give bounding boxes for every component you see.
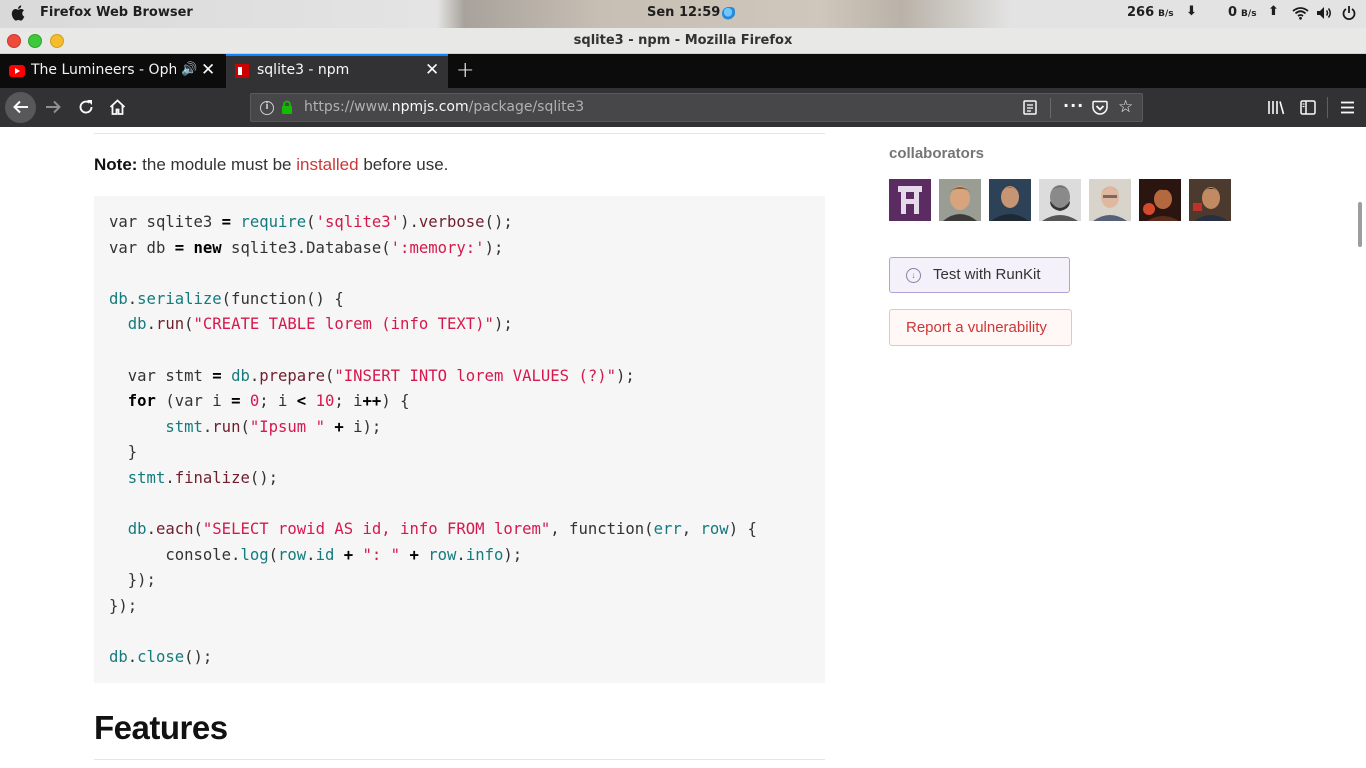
collaborator-avatar-6[interactable] [1139, 179, 1181, 221]
url-text[interactable]: https://www.npmjs.com/package/sqlite3 [304, 99, 584, 115]
note-bold: Note: [94, 155, 138, 174]
code-line-14: console.log(row.id + ": " + row.info); [109, 545, 523, 564]
reader-view-icon[interactable] [1023, 100, 1037, 115]
download-arrow-icon: ⬇ [1186, 4, 1197, 19]
runkit-icon: ↓ [906, 268, 921, 283]
wifi-icon[interactable] [1292, 6, 1309, 20]
net-download-indicator: 266 B/s [1127, 5, 1174, 20]
code-line-16: }); [109, 596, 138, 615]
forward-arrow-icon [46, 100, 61, 114]
reload-icon [79, 100, 93, 114]
code-example[interactable]: var sqlite3 = require('sqlite3').verbose… [109, 210, 757, 671]
code-line-7: var stmt = db.prepare("INSERT INTO lorem… [109, 366, 635, 385]
code-line-9: stmt.run("Ipsum " + i); [165, 417, 382, 436]
code-line-15: }); [109, 571, 156, 590]
library-icon [1268, 101, 1285, 115]
tab-label: sqlite3 - npm [257, 62, 350, 78]
forward-button[interactable] [42, 88, 64, 127]
installed-link[interactable]: installed [296, 155, 358, 174]
youtube-icon [9, 65, 25, 77]
code-line-4: db.serialize(function() { [109, 289, 344, 308]
test-with-runkit-button[interactable]: ↓ Test with RunKit [889, 257, 1070, 293]
tab-the-lumineers[interactable]: The Lumineers - Ophelia 🔊 ✕ [0, 54, 224, 88]
tab-strip: The Lumineers - Ophelia 🔊 ✕ sqlite3 - np… [0, 54, 1366, 88]
volume-icon[interactable] [1316, 6, 1333, 20]
apple-menu-icon[interactable] [10, 4, 28, 22]
system-top-bar: Firefox Web Browser Sen 12:59 266 B/s ⬇ 0… [0, 0, 1366, 28]
code-line-5: db.run("CREATE TABLE lorem (info TEXT)")… [127, 315, 513, 334]
net-download-unit: B/s [1158, 9, 1174, 19]
code-example-block[interactable]: var sqlite3 = require('sqlite3').verbose… [94, 196, 825, 683]
net-upload-value: 0 [1228, 5, 1238, 20]
window-title-bar: sqlite3 - npm - Mozilla Firefox [0, 28, 1366, 54]
sidebar-toggle-button[interactable] [1297, 88, 1319, 127]
runkit-label: Test with RunKit [933, 266, 1041, 283]
code-line-18: db.close(); [109, 648, 213, 667]
scrollbar-thumb[interactable] [1358, 202, 1362, 247]
tab-close-icon[interactable]: ✕ [425, 60, 439, 80]
sidebar-icon [1300, 100, 1316, 115]
open-menu-button[interactable] [1336, 88, 1358, 127]
urlbar-separator [1050, 98, 1051, 118]
code-line-8: for (var i = 0; i < 10; i++) { [127, 392, 410, 411]
heading-divider [94, 759, 825, 760]
tab-close-icon[interactable]: ✕ [201, 60, 215, 80]
navigation-bar: i https://www.npmjs.com/package/sqlite3 … [0, 88, 1366, 127]
upload-arrow-icon: ⬆ [1268, 4, 1279, 19]
usage-note: Note: the module must be installed befor… [94, 155, 448, 175]
bookmark-star-icon[interactable]: ☆ [1118, 97, 1133, 117]
secure-lock-icon[interactable] [281, 100, 293, 115]
net-upload-unit: B/s [1241, 9, 1257, 19]
library-button[interactable] [1265, 88, 1287, 127]
tab-audio-icon[interactable]: 🔊 [181, 62, 197, 77]
collaborator-avatar-4[interactable] [1039, 179, 1081, 221]
page-actions-menu-icon[interactable]: ··· [1063, 96, 1084, 115]
url-bar[interactable]: i https://www.npmjs.com/package/sqlite3 … [250, 93, 1143, 122]
site-info-icon[interactable]: i [260, 101, 274, 115]
code-line-1: var sqlite3 = require('sqlite3').verbose… [109, 213, 513, 231]
url-path: /package/sqlite3 [468, 99, 585, 115]
collaborator-avatar-7[interactable] [1189, 179, 1231, 221]
weather-icon[interactable] [722, 7, 737, 20]
system-clock[interactable]: Sen 12:59 [647, 5, 720, 20]
code-line-11: stmt.finalize(); [127, 468, 279, 487]
code-line-13: db.each("SELECT rowid AS id, info FROM l… [127, 520, 757, 539]
url-domain: npmjs.com [391, 99, 469, 115]
collaborator-avatar-2[interactable] [939, 179, 981, 221]
page-scrollbar[interactable] [1356, 127, 1366, 768]
pocket-icon[interactable] [1092, 100, 1108, 115]
vulnerability-label: Report a vulnerability [906, 319, 1047, 336]
power-icon[interactable] [1342, 5, 1356, 21]
collaborator-avatar-3[interactable] [989, 179, 1031, 221]
url-prefix: https://www. [304, 99, 392, 115]
collaborators-heading: collaborators [889, 145, 985, 162]
collaborator-avatar-5[interactable] [1089, 179, 1131, 221]
net-download-value: 266 [1127, 5, 1155, 20]
collaborator-avatar-1[interactable] [889, 179, 931, 221]
back-button[interactable] [5, 92, 36, 123]
section-divider [94, 133, 825, 134]
reload-button[interactable] [75, 88, 97, 127]
tab-label: The Lumineers - Ophelia [31, 62, 176, 78]
net-upload-indicator: 0 B/s [1228, 5, 1257, 20]
code-line-10: } [109, 443, 138, 462]
code-line-2: var db = new sqlite3.Database(':memory:'… [109, 238, 504, 257]
home-icon [109, 99, 125, 115]
page-viewport: Note: the module must be installed befor… [0, 127, 1366, 768]
npm-icon [235, 64, 249, 78]
home-button[interactable] [106, 88, 128, 127]
note-text-post: before use. [358, 155, 449, 174]
hamburger-menu-icon [1340, 101, 1354, 114]
window-title: sqlite3 - npm - Mozilla Firefox [573, 33, 793, 48]
toolbar-separator [1327, 97, 1328, 118]
new-tab-button[interactable]: + [456, 58, 474, 83]
active-app-name[interactable]: Firefox Web Browser [40, 5, 193, 20]
report-vulnerability-button[interactable]: Report a vulnerability [889, 309, 1072, 346]
note-text-pre: the module must be [137, 155, 297, 174]
features-heading: Features [94, 709, 228, 746]
back-arrow-icon [12, 100, 28, 114]
tab-sqlite3-npm[interactable]: sqlite3 - npm ✕ [226, 54, 448, 88]
